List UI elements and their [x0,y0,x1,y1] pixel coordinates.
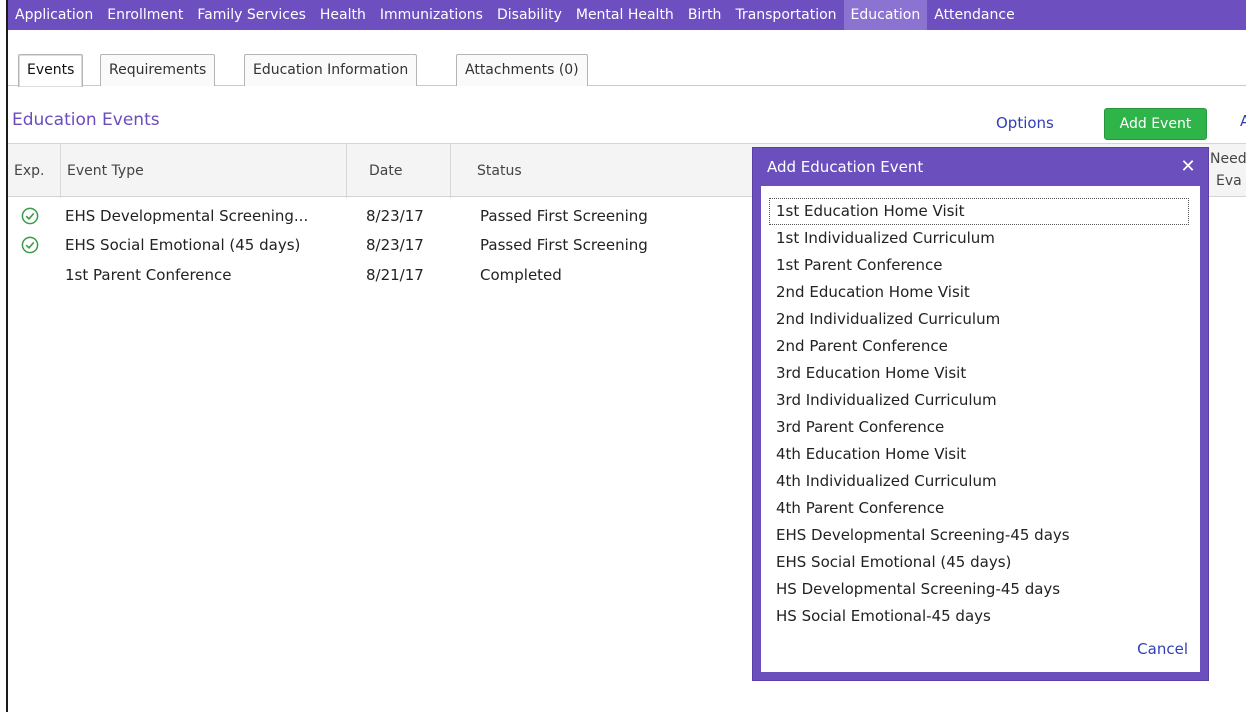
options-link[interactable]: Options [996,114,1054,132]
dialog-header: Add Education Event ✕ [761,148,1200,186]
tab-attachments[interactable]: Attachments (0) [456,54,588,86]
add-event-button[interactable]: Add Event [1104,108,1207,140]
dialog-body: 1st Education Home Visit 1st Individuali… [761,186,1200,672]
close-icon[interactable]: ✕ [1176,155,1200,179]
column-header-need-line1: Need [1210,151,1246,167]
event-option[interactable]: 3rd Parent Conference [769,414,1189,441]
row-date: 8/23/17 [366,207,424,225]
row-date: 8/23/17 [366,236,424,254]
sub-tabs: Events Requirements Education Informatio… [8,30,1246,87]
row-status: Passed First Screening [480,207,648,225]
event-option[interactable]: EHS Social Emotional (45 days) [769,549,1189,576]
row-status: Passed First Screening [480,236,648,254]
column-header-event-type[interactable]: Event Type [60,144,346,198]
tab-requirements[interactable]: Requirements [100,54,216,86]
nav-item-attendance[interactable]: Attendance [927,0,1021,30]
event-option[interactable]: 4th Individualized Curriculum [769,468,1189,495]
app-frame: Application Enrollment Family Services H… [6,0,1246,712]
check-circle-icon [21,236,39,254]
event-option[interactable]: 2nd Education Home Visit [769,279,1189,306]
nav-item-application[interactable]: Application [8,0,100,30]
nav-item-birth[interactable]: Birth [681,0,729,30]
nav-item-disability[interactable]: Disability [490,0,569,30]
row-event-type: EHS Developmental Screening... [65,207,309,225]
column-header-exp[interactable]: Exp. [8,144,60,198]
row-event-type: EHS Social Emotional (45 days) [65,236,301,254]
event-option[interactable]: 1st Individualized Curriculum [769,225,1189,252]
add-education-event-dialog: Add Education Event ✕ 1st Education Home… [753,148,1208,680]
event-option[interactable]: 3rd Individualized Curriculum [769,387,1189,414]
nav-item-health[interactable]: Health [313,0,373,30]
nav-item-transportation[interactable]: Transportation [728,0,843,30]
column-header-need-line2: Eva [1216,173,1242,189]
column-header-date[interactable]: Date [346,144,450,198]
nav-item-immunizations[interactable]: Immunizations [373,0,490,30]
event-option[interactable]: 4th Education Home Visit [769,441,1189,468]
column-header-status[interactable]: Status [450,144,750,198]
event-option[interactable]: 1st Education Home Visit [769,198,1189,225]
row-event-type: 1st Parent Conference [65,266,232,284]
tab-events[interactable]: Events [18,54,84,87]
event-option[interactable]: EHS Developmental Screening-45 days [769,522,1189,549]
nav-item-family-services[interactable]: Family Services [190,0,313,30]
column-header-need-evaluation[interactable]: Need Eva [1205,148,1246,194]
event-option[interactable]: 2nd Parent Conference [769,333,1189,360]
event-option[interactable]: 1st Parent Conference [769,252,1189,279]
table-row[interactable]: EHS Developmental Screening... 8/23/17 P… [8,201,748,231]
cancel-link[interactable]: Cancel [1137,640,1188,658]
nav-item-mental-health[interactable]: Mental Health [569,0,681,30]
row-status: Completed [480,266,562,284]
dialog-title: Add Education Event [767,158,924,176]
check-circle-icon [21,207,39,225]
nav-item-education[interactable]: Education [843,0,928,30]
event-option[interactable]: HS Developmental Screening-45 days [769,576,1189,603]
top-nav: Application Enrollment Family Services H… [8,0,1246,30]
event-option[interactable]: 3rd Education Home Visit [769,360,1189,387]
event-option[interactable]: 2nd Individualized Curriculum [769,306,1189,333]
event-option[interactable]: 4th Parent Conference [769,495,1189,522]
section-title: Education Events [12,110,160,130]
table-row[interactable]: 1st Parent Conference 8/21/17 Completed [8,260,748,290]
event-option[interactable]: HS Social Emotional-45 days [769,603,1189,630]
tab-education-information[interactable]: Education Information [244,54,418,86]
nav-item-enrollment[interactable]: Enrollment [100,0,190,30]
overflow-link-fragment[interactable]: A [1240,112,1246,130]
table-row[interactable]: EHS Social Emotional (45 days) 8/23/17 P… [8,230,748,260]
row-date: 8/21/17 [366,266,424,284]
